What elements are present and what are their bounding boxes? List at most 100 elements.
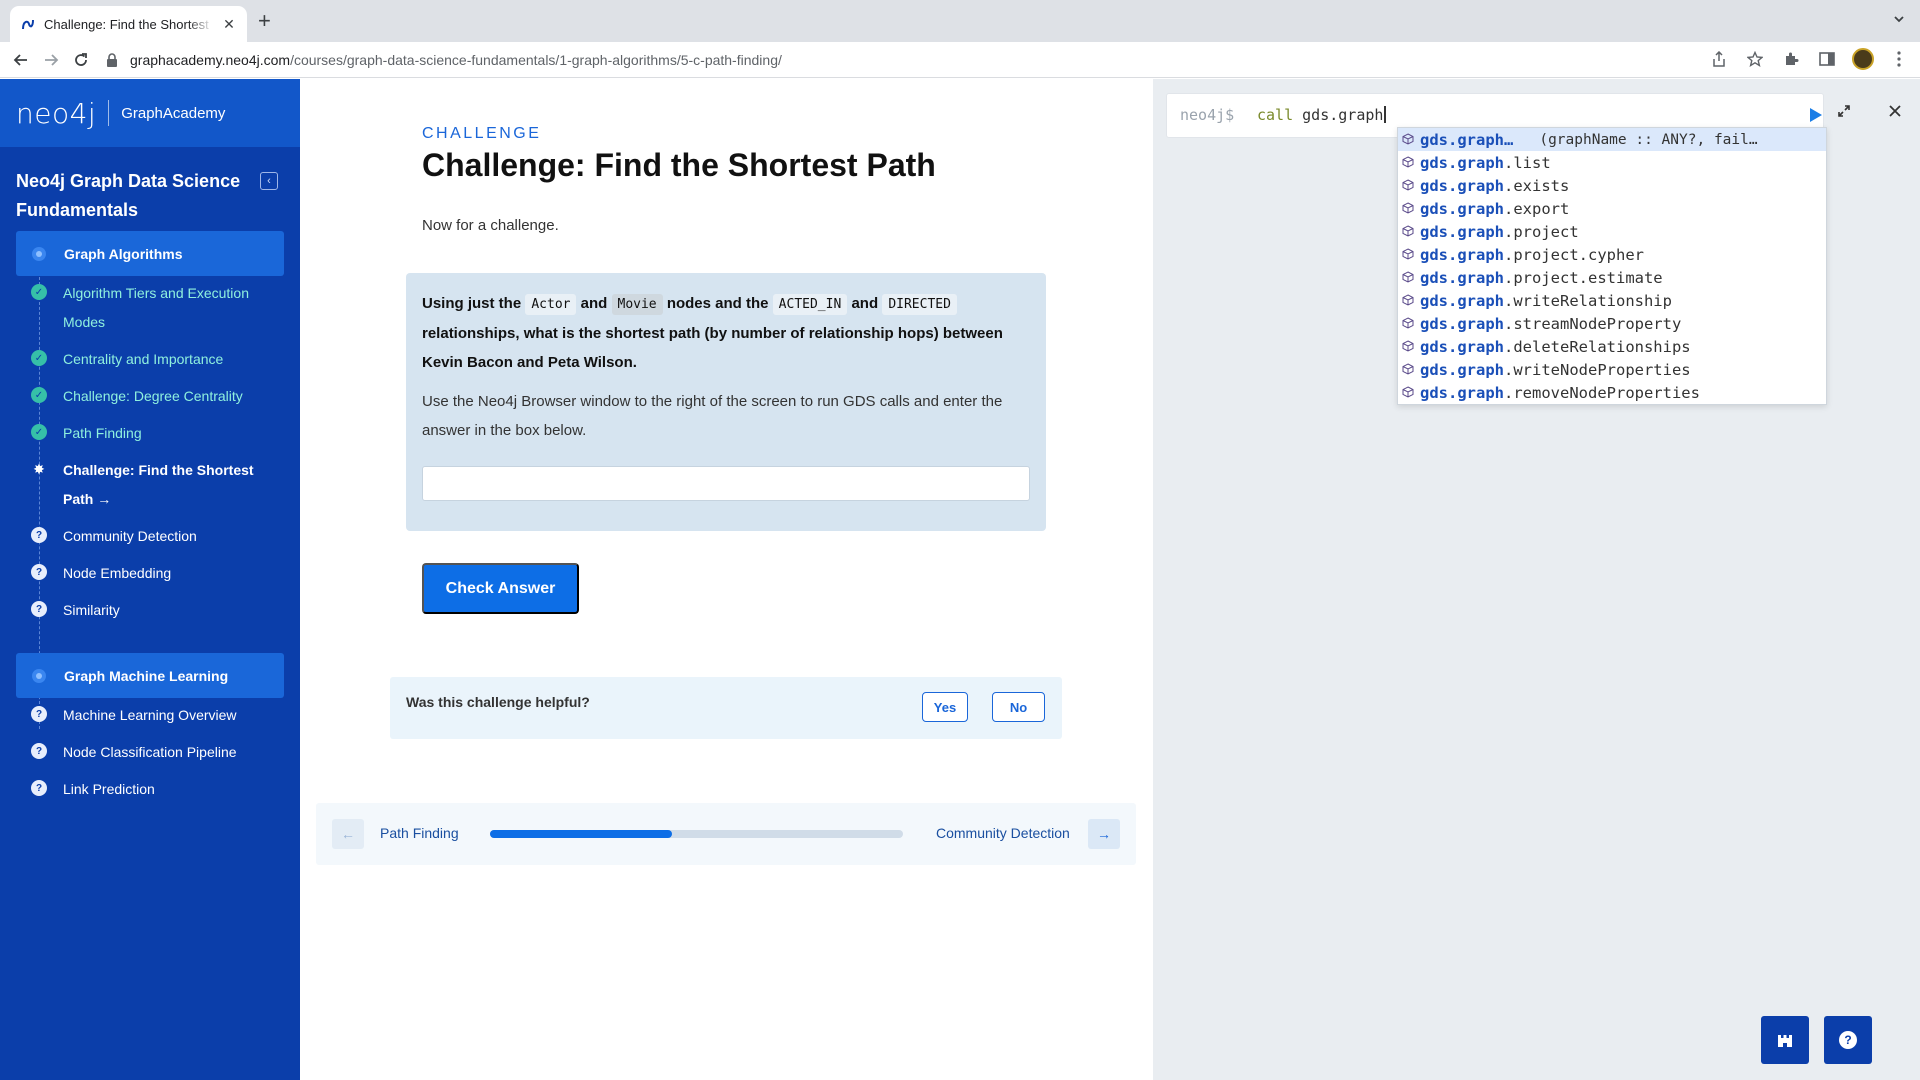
back-icon[interactable] [6,45,36,75]
procedure-icon [1402,224,1416,239]
match-text: gds.graph [1420,268,1504,287]
help-button[interactable]: ? [1824,1016,1872,1064]
lesson-item[interactable]: ? Link Prediction [0,775,290,804]
autocomplete-item[interactable]: gds.graph .removeNodeProperties [1398,381,1826,404]
autocomplete-item[interactable]: gds.graph .deleteRelationships [1398,335,1826,358]
code-directed: DIRECTED [882,294,957,315]
answer-input[interactable] [422,466,1030,501]
lesson-item[interactable]: ✓ Path Finding [0,419,290,448]
lesson-item[interactable]: ? Machine Learning Overview [0,701,290,730]
lesson-label: Node Classification Pipeline [63,744,237,760]
browser-tab[interactable]: Challenge: Find the Shortest Path ✕ [10,6,247,42]
completion-text: .writeNodeProperties [1504,360,1691,379]
forward-icon[interactable] [36,45,66,75]
feedback-yes-button[interactable]: Yes [922,692,968,722]
current-lesson-icon: ✸ [33,460,45,477]
arrow-right-icon: → [97,491,112,507]
autocomplete-item[interactable]: gds.graph .list [1398,151,1826,174]
bookmark-star-icon[interactable] [1744,48,1766,70]
share-icon[interactable] [1708,48,1730,70]
autocomplete-item[interactable]: gds.graph .writeRelationship [1398,289,1826,312]
brand-header: neo4j GraphAcademy [0,79,300,147]
reload-icon[interactable] [66,45,96,75]
feedback-no-button[interactable]: No [992,692,1045,722]
collapse-sidebar-icon[interactable]: ‹ [260,172,278,190]
autocomplete-item[interactable]: gds.graph .export [1398,197,1826,220]
lesson-item[interactable]: ? Node Embedding [0,559,290,588]
procedure-icon [1402,132,1416,147]
autocomplete-item[interactable]: gds.graph .exists [1398,174,1826,197]
course-progress-bar [490,830,903,838]
completion-text: .removeNodeProperties [1504,383,1700,402]
autocomplete-item[interactable]: gds.graph .project.estimate [1398,266,1826,289]
match-text: gds.graph [1420,153,1504,172]
question-icon: ? [31,527,47,543]
match-text: gds.graph [1420,130,1504,149]
run-query-icon[interactable] [1810,108,1822,122]
lock-icon[interactable] [106,53,120,67]
autocomplete-item[interactable]: gds.graph .streamNodeProperty [1398,312,1826,335]
help-icon: ? [1839,1031,1857,1049]
lesson-item[interactable]: ? Community Detection [0,522,290,551]
new-tab-icon[interactable]: + [258,10,271,32]
editor-prompt: neo4j$ [1180,106,1235,124]
check-answer-button[interactable]: Check Answer [422,563,579,614]
procedure-icon [1402,178,1416,193]
next-arrow-icon[interactable]: → [1088,819,1120,849]
code-acted-in: ACTED_IN [772,294,848,315]
address-bar[interactable]: graphacademy.neo4j.com/courses/graph-dat… [106,46,1746,74]
completion-text: .list [1504,153,1551,172]
feedback-question: Was this challenge helpful? [406,694,590,710]
lesson-item-current[interactable]: ✸ Challenge: Find the Shortest Path → [0,456,290,514]
procedure-icon [1402,293,1416,308]
prev-arrow-icon[interactable]: ← [332,819,364,849]
autocomplete-item[interactable]: gds.graph .writeNodeProperties [1398,358,1826,381]
prev-lesson-link[interactable]: Path Finding [380,825,459,841]
feedback-panel: Was this challenge helpful? Yes No [390,677,1062,739]
lesson-item[interactable]: ✓ Algorithm Tiers and Execution Modes [0,279,290,337]
expand-icon[interactable] [1834,101,1854,121]
procedure-icon [1402,362,1416,377]
completion-text: .streamNodeProperty [1504,314,1682,333]
autocomplete-item[interactable]: gds.graph .project.cypher [1398,243,1826,266]
lesson-item[interactable]: ? Node Classification Pipeline [0,738,290,767]
next-lesson-link[interactable]: Community Detection [936,825,1070,841]
close-panel-icon[interactable] [1885,101,1905,121]
completion-text: .deleteRelationships [1504,337,1691,356]
module-label: Graph Algorithms [64,245,183,262]
page-title: Challenge: Find the Shortest Path [422,147,936,183]
module-graph-algorithms[interactable]: Graph Algorithms [16,231,284,276]
lesson-item[interactable]: ? Similarity [0,596,290,625]
module-graph-machine-learning[interactable]: Graph Machine Learning [16,653,284,698]
match-text: gds.graph [1420,176,1504,195]
profile-avatar[interactable] [1852,48,1874,70]
procedure-icon [1402,155,1416,170]
match-text: gds.graph [1420,245,1504,264]
course-title[interactable]: Neo4j Graph Data Science Fundamentals [16,167,246,225]
brand-divider [108,100,110,126]
graphacademy-link[interactable]: GraphAcademy [121,105,225,122]
match-text: gds.graph [1420,222,1504,241]
question-icon: ? [31,601,47,617]
neo4j-logo[interactable]: neo4j [16,97,96,130]
browser-menu-icon[interactable] [1888,48,1910,70]
autocomplete-item[interactable]: gds.graph .project [1398,220,1826,243]
lesson-item[interactable]: ✓ Challenge: Degree Centrality [0,382,290,411]
question-text: Using just the Actor and Movie nodes and… [422,294,1003,371]
close-tab-icon[interactable]: ✕ [221,16,237,33]
autocomplete-item[interactable]: gds.graph… (graphName :: ANY?, fail… [1398,128,1826,151]
signature-text: (graphName :: ANY?, fail… [1539,131,1758,148]
lesson-label: Path Finding [63,425,142,441]
tab-search-icon[interactable] [1892,12,1906,31]
lesson-item[interactable]: ✓ Centrality and Importance [0,345,290,374]
castle-icon-button[interactable] [1761,1016,1809,1064]
procedure-icon [1402,339,1416,354]
completion-text: .project.estimate [1504,268,1663,287]
check-icon: ✓ [31,424,47,440]
extensions-icon[interactable] [1780,48,1802,70]
completion-text: .writeRelationship [1504,291,1672,310]
procedure-icon [1402,316,1416,331]
editor-query[interactable]: call gds.graph [1257,106,1387,124]
side-panel-icon[interactable] [1816,48,1838,70]
lesson-label: Similarity [63,602,120,618]
